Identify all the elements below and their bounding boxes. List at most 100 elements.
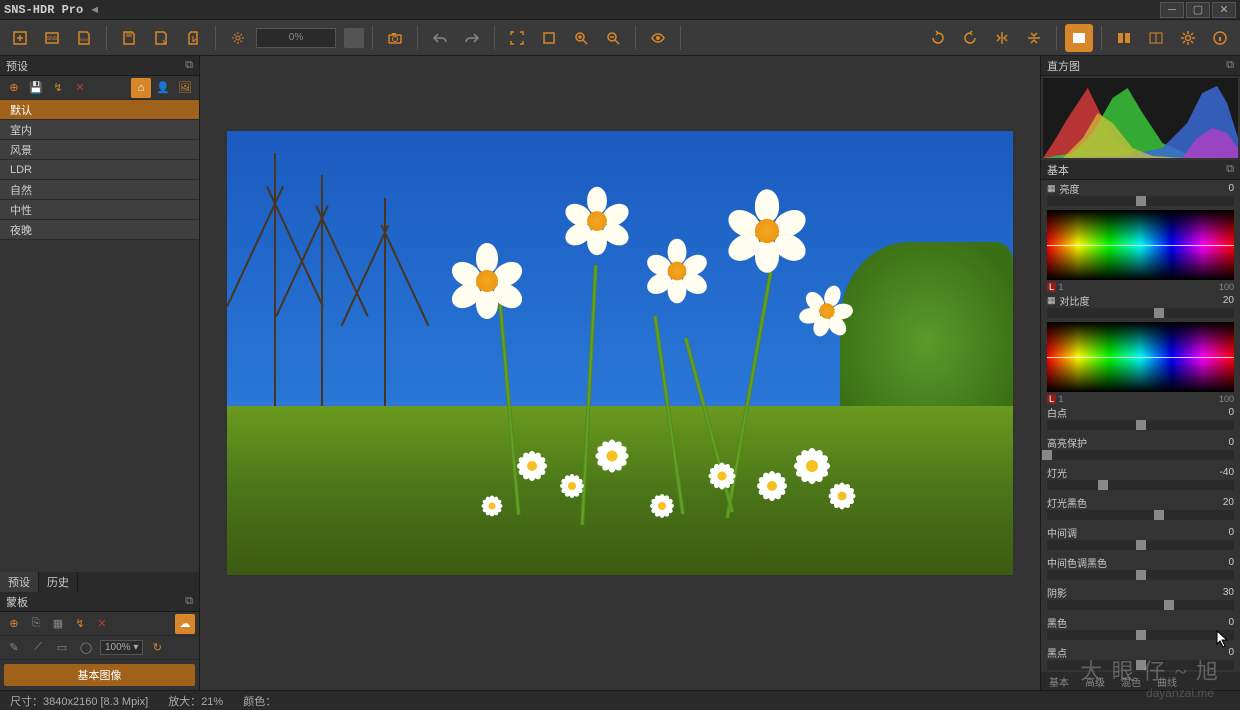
slider-value: 0 [1204,183,1234,194]
add-preset-button[interactable]: ⊕ [4,78,24,98]
preset-item[interactable]: 自然 [0,180,199,200]
redo-button[interactable] [458,24,486,52]
ellipse-tool-button[interactable]: ◯ [76,638,96,658]
slider-value: 0 [1204,617,1234,628]
save-as-button[interactable] [147,24,175,52]
preferences-button[interactable] [1174,24,1202,52]
refresh-mask-button[interactable]: ↯ [70,614,90,634]
slider-track[interactable] [1047,308,1234,318]
cloud-mask-button[interactable]: ☁ [175,614,195,634]
slider-label: 黑色 [1047,615,1067,630]
dropper-tool-button[interactable]: ⟋ [28,638,48,658]
zoom-out-button[interactable] [599,24,627,52]
pin-icon[interactable]: ⧉ [185,59,193,72]
slider-value: 30 [1204,587,1234,598]
slider-track[interactable] [1047,630,1234,640]
category-landscape-button[interactable]: 🖼 [175,78,195,98]
paste-mask-button[interactable]: ▦ [48,614,68,634]
bottom-tab[interactable]: 基本 [1041,672,1077,690]
maximize-button[interactable]: ▢ [1186,2,1210,18]
svg-text:SNS: SNS [80,37,89,42]
grid-icon[interactable]: ▦ [1047,295,1056,306]
refresh-presets-button[interactable]: ↯ [48,78,68,98]
spectrum-picker[interactable] [1047,322,1234,392]
mask-zoom-select[interactable]: 100% ▾ [100,640,143,655]
view-compare-button[interactable] [1142,24,1170,52]
pin-icon[interactable]: ⧉ [1226,59,1234,72]
view-single-button[interactable] [1065,24,1093,52]
export-button[interactable] [179,24,207,52]
slider-黑色: 黑色 0 [1041,614,1240,630]
close-button[interactable]: ✕ [1212,2,1236,18]
slider-label: 高亮保护 [1047,435,1087,450]
slider-track[interactable] [1047,196,1234,206]
slider-track[interactable] [1047,600,1234,610]
rect-tool-button[interactable]: ▭ [52,638,72,658]
add-mask-button[interactable]: ⊕ [4,614,24,634]
slider-中间调: 中间调0 [1041,524,1240,540]
tab-history[interactable]: 历史 [39,572,78,592]
fit-screen-button[interactable] [503,24,531,52]
preset-item[interactable]: LDR [0,160,199,180]
new-project-button[interactable] [6,24,34,52]
bottom-tab[interactable]: 混色 [1113,672,1149,690]
flip-v-button[interactable] [1020,24,1048,52]
slider-亮度: ▦ 亮度 0 [1041,180,1240,196]
delete-preset-button[interactable]: ✕ [70,78,90,98]
slider-track[interactable] [1047,660,1234,670]
rotate-ccw-button[interactable] [956,24,984,52]
canvas-area[interactable] [200,56,1040,690]
grid-icon[interactable]: ▦ [1047,183,1056,194]
slider-track[interactable] [1047,570,1234,580]
slider-label: 亮度 [1060,181,1080,196]
rotate-cw-button[interactable] [924,24,952,52]
minimize-button[interactable]: ─ [1160,2,1184,18]
spectrum-picker[interactable] [1047,210,1234,280]
view-split-button[interactable] [1110,24,1138,52]
save-sns-button[interactable]: SNS [70,24,98,52]
histogram-view [1043,78,1238,158]
slider-track[interactable] [1047,510,1234,520]
preset-item[interactable]: 风景 [0,140,199,160]
save-button[interactable] [115,24,143,52]
pin-icon[interactable]: ⧉ [1226,163,1234,176]
slider-track[interactable] [1047,540,1234,550]
window-controls: ─ ▢ ✕ [1158,2,1236,18]
undo-button[interactable] [426,24,454,52]
slider-label: 灯光黑色 [1047,495,1087,510]
pin-icon[interactable]: ⧉ [185,595,193,608]
image-view [227,131,1013,575]
zoom-in-button[interactable] [567,24,595,52]
mask-toolbar-2: ✎ ⟋ ▭ ◯ 100% ▾ ↻ [0,636,199,660]
category-all-button[interactable]: ⌂ [131,78,151,98]
mask-refresh-button[interactable]: ↻ [147,638,167,658]
app-title: SNS-HDR Pro [4,3,83,17]
bottom-tab[interactable]: 高级 [1077,672,1113,690]
copy-mask-button[interactable]: ⎘ [26,614,46,634]
base-image-button[interactable]: 基本图像 [4,664,195,686]
info-button[interactable] [1206,24,1234,52]
slider-label: 黑点 [1047,645,1067,660]
bottom-tab[interactable]: 曲线 [1149,672,1185,690]
stop-button[interactable] [344,28,364,48]
brush-tool-button[interactable]: ✎ [4,638,24,658]
basic-header: 基本 ⧉ [1041,160,1240,180]
save-preset-button[interactable]: 💾 [26,78,46,98]
camera-button[interactable] [381,24,409,52]
slider-track[interactable] [1047,450,1234,460]
preset-item[interactable]: 室内 [0,120,199,140]
settings-button[interactable] [224,24,252,52]
preset-item[interactable]: 默认 [0,100,199,120]
status-bar: 尺寸：3840x2160 [8.3 Mpix] 放大：21% 颜色： [0,690,1240,710]
category-portrait-button[interactable]: 👤 [153,78,173,98]
slider-track[interactable] [1047,480,1234,490]
preset-item[interactable]: 中性 [0,200,199,220]
tab-presets[interactable]: 预设 [0,572,39,592]
open-sns-button[interactable]: SNS [38,24,66,52]
preview-button[interactable] [644,24,672,52]
delete-mask-button[interactable]: ✕ [92,614,112,634]
actual-size-button[interactable] [535,24,563,52]
slider-track[interactable] [1047,420,1234,430]
preset-item[interactable]: 夜晚 [0,220,199,240]
flip-h-button[interactable] [988,24,1016,52]
